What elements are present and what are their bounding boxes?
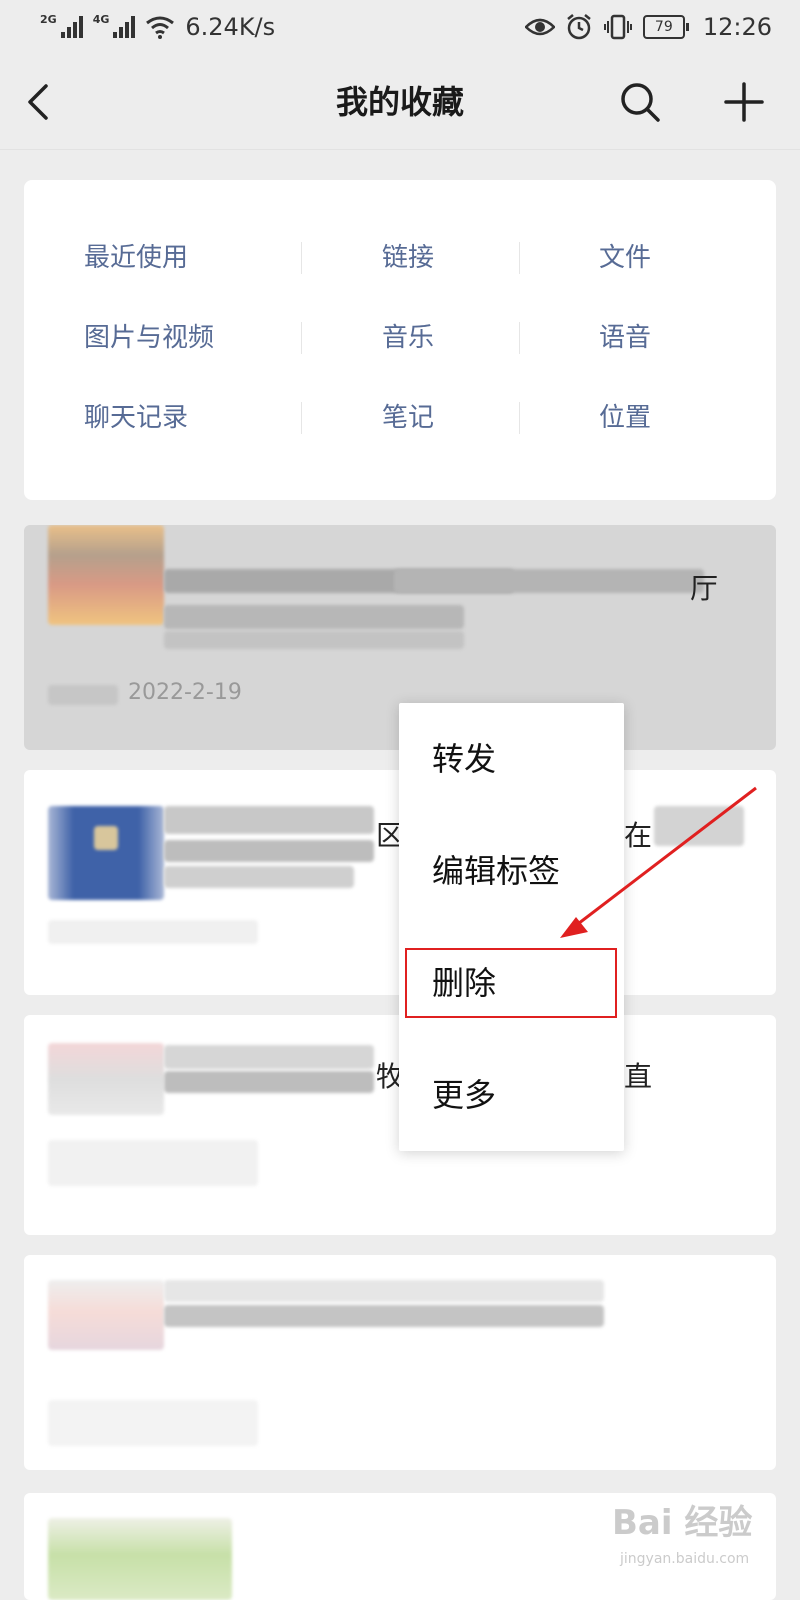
- category-card: 最近使用 链接 文件 图片与视频 音乐 语音 聊天记录 笔记 位置: [24, 180, 776, 500]
- blurred-text: [164, 806, 374, 834]
- blurred-text: [164, 1045, 374, 1069]
- thumbnail-blurred: [48, 525, 164, 625]
- blurred-source: [48, 685, 118, 705]
- divider: [301, 402, 302, 434]
- divider: [519, 242, 520, 274]
- signal-icon: [113, 16, 136, 38]
- category-row: 最近使用 链接 文件: [24, 236, 776, 280]
- divider: [301, 322, 302, 354]
- blurred-text: [164, 1071, 374, 1093]
- item-date: 2022-2-19: [128, 680, 242, 705]
- category-music[interactable]: 音乐: [382, 316, 434, 360]
- menu-item-forward[interactable]: 转发: [399, 703, 624, 815]
- nav-bar: 我的收藏: [0, 54, 800, 150]
- page-title: 我的收藏: [335, 83, 464, 121]
- category-row: 图片与视频 音乐 语音: [24, 316, 776, 360]
- menu-item-edit-tags[interactable]: 编辑标签: [399, 815, 624, 927]
- thumbnail-blurred: [48, 1280, 164, 1380]
- signal-icon: [60, 16, 83, 38]
- watermark-text: Bai 经验: [612, 1503, 753, 1543]
- menu-item-more[interactable]: 更多: [399, 1039, 624, 1151]
- vibrate-icon: [603, 14, 632, 40]
- context-menu: 转发 编辑标签 删除 更多: [399, 703, 624, 1151]
- category-recent[interactable]: 最近使用: [84, 236, 188, 280]
- watermark: Bai 经验 jingyan.baidu.com: [612, 1505, 752, 1577]
- thumbnail-blurred: [48, 806, 164, 906]
- search-icon[interactable]: [616, 78, 664, 126]
- category-row: 聊天记录 笔记 位置: [24, 396, 776, 440]
- category-notes[interactable]: 笔记: [382, 396, 434, 440]
- blurred-text: [164, 1280, 604, 1302]
- category-location[interactable]: 位置: [599, 396, 651, 440]
- watermark-subtext: jingyan.baidu.com: [620, 1551, 750, 1567]
- blurred-source: [48, 1140, 258, 1186]
- delete-highlight-box: [405, 948, 617, 1018]
- blurred-text: [164, 866, 354, 888]
- item-title-fragment: 厅: [690, 572, 719, 605]
- blurred-source: [48, 920, 258, 944]
- divider: [519, 402, 520, 434]
- network-4g-label: 4G: [92, 12, 110, 26]
- blurred-text: [654, 806, 744, 846]
- alarm-icon: [567, 14, 591, 40]
- blurred-text: [164, 605, 464, 629]
- category-images-videos[interactable]: 图片与视频: [84, 316, 214, 360]
- item-title-fragment: 直: [624, 1060, 653, 1093]
- status-right: 79 12:26: [524, 13, 772, 41]
- network-2g-label: 2G: [40, 12, 57, 26]
- wifi-icon: [146, 16, 175, 39]
- eye-icon: [524, 18, 555, 36]
- clock: 12:26: [702, 13, 772, 41]
- category-files[interactable]: 文件: [599, 236, 651, 280]
- add-icon[interactable]: [720, 78, 768, 126]
- category-chat-history[interactable]: 聊天记录: [84, 396, 188, 440]
- battery-icon: 79: [642, 15, 689, 39]
- status-left: 2G 4G 6.24K/s: [40, 12, 276, 42]
- network-speed: 6.24K/s: [185, 13, 276, 41]
- divider: [301, 242, 302, 274]
- blurred-text: [164, 840, 374, 862]
- thumbnail-blurred: [48, 1043, 164, 1143]
- item-title-fragment: 在: [624, 819, 653, 852]
- blurred-source: [48, 1400, 258, 1446]
- divider: [519, 322, 520, 354]
- category-links[interactable]: 链接: [382, 236, 434, 280]
- favorite-item[interactable]: [24, 1255, 776, 1470]
- status-bar: 2G 4G 6.24K/s 79 12:26: [0, 0, 800, 54]
- blurred-text: [164, 1305, 604, 1327]
- thumbnail-blurred: [48, 1518, 232, 1600]
- blurred-text: [164, 631, 464, 649]
- blurred-text: [394, 569, 704, 593]
- category-voice[interactable]: 语音: [599, 316, 651, 360]
